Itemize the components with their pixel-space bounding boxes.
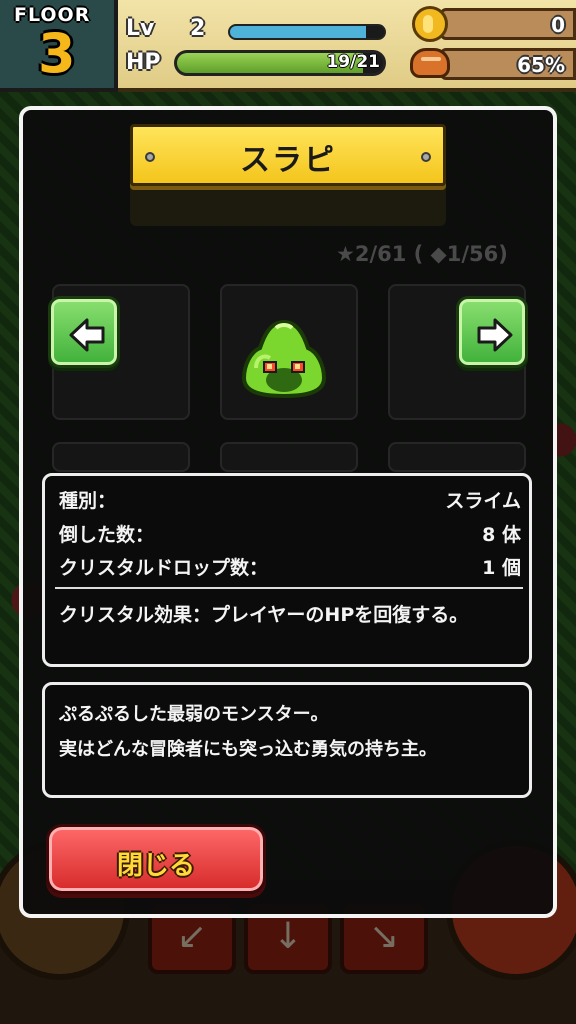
- crystal-drop-value: 1 個: [482, 557, 521, 579]
- monster-info-panel: 種別： スライム 倒した数： 8 体 クリスタルドロップ数： 1 個 クリスタル…: [42, 473, 532, 667]
- exp-bar: [228, 24, 386, 40]
- left-arrow-icon: [69, 318, 105, 352]
- collection-counts: ★2/61 ( ◆1/56): [336, 242, 508, 266]
- level-value: 2: [190, 16, 206, 41]
- right-arrow-icon: [477, 318, 513, 352]
- description-line: ぷるぷるした最弱のモンスター。: [59, 704, 329, 725]
- type-label: 種別：: [59, 490, 117, 512]
- bread-icon: [410, 48, 450, 78]
- divider: [55, 587, 523, 589]
- hp-value: 19/21: [326, 52, 380, 72]
- close-button[interactable]: 閉じる: [46, 824, 266, 894]
- coin-value: 0: [551, 13, 565, 37]
- food-counter: 65%: [440, 48, 576, 80]
- top-hud: FLOOR 3 Lv 2 HP 19/21 0 65%: [0, 0, 576, 92]
- monster-description: ぷるぷるした最弱のモンスター。 実はどんな冒険者にも突っ込む勇気の持ち主。: [59, 697, 529, 767]
- next-monster-button[interactable]: [456, 296, 528, 368]
- slime-icon: [241, 319, 327, 399]
- faded-encyclopedia-header: [130, 186, 446, 226]
- monster-description-panel: ぷるぷるした最弱のモンスター。 実はどんな冒険者にも突っ込む勇気の持ち主。: [42, 682, 532, 798]
- exp-bar-fill: [230, 26, 366, 38]
- defeated-label: 倒した数：: [59, 524, 155, 546]
- grid-cell: [220, 442, 358, 472]
- crystal-effect-text: クリスタル効果：プレイヤーのHPを回復する。: [59, 604, 469, 626]
- floor-number: 3: [38, 22, 76, 85]
- grid-cell: [52, 442, 190, 472]
- description-line: 実はどんな冒険者にも突っ込む勇気の持ち主。: [59, 739, 437, 760]
- crystal-drop-label: クリスタルドロップ数：: [59, 557, 269, 579]
- type-value: スライム: [445, 490, 521, 512]
- floor-indicator: FLOOR 3: [0, 0, 118, 92]
- defeated-value: 8 体: [482, 524, 521, 546]
- level-label: Lv: [126, 16, 155, 41]
- hp-label: HP: [126, 50, 161, 75]
- prev-monster-button[interactable]: [48, 296, 120, 368]
- grid-cell: [388, 442, 526, 472]
- coin-icon: [412, 6, 448, 42]
- monster-name: スラピ: [240, 143, 336, 178]
- title-plank: スラピ: [130, 124, 446, 186]
- food-value: 65%: [517, 53, 565, 77]
- coin-counter: 0: [440, 8, 576, 40]
- close-button-label: 閉じる: [116, 851, 195, 881]
